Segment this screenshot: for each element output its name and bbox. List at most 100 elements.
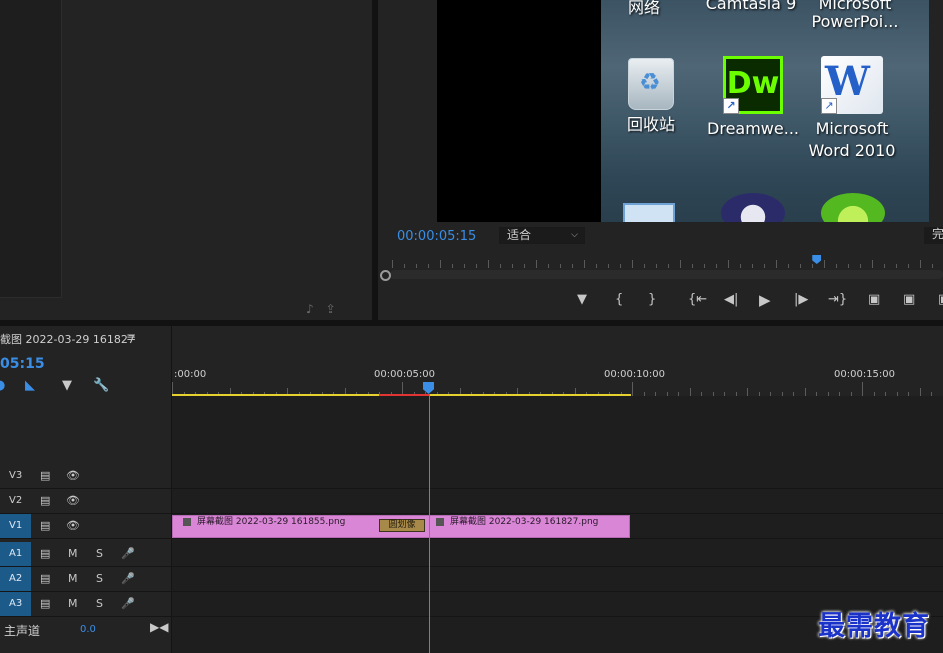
desktop-icon-dreamweaver: Dw ↗ Dreamwe... [698,56,808,140]
ruler-tick [839,392,840,396]
mark-out-icon[interactable]: } [648,292,656,308]
mark-in-icon[interactable]: { [615,292,623,308]
word-icon: W ↗ [821,56,883,114]
extract-icon[interactable]: ▣ [903,292,915,308]
track-v3: V3 ▤ 👁 [0,464,943,489]
monitor-time-ruler[interactable] [392,256,943,268]
ruler-tick [816,392,817,396]
scrollbar-handle[interactable] [380,270,391,281]
video-preview[interactable]: 网络 Camtasia 9 Microsoft PowerPoi... 回收站 … [437,0,929,222]
project-list-area[interactable] [0,0,62,298]
track-label[interactable]: A3 [0,592,31,616]
export-icon[interactable]: ⇪ [326,302,336,316]
ruler-tick [747,388,748,396]
ruler-tick [885,392,886,396]
play-icon[interactable]: ▶ [759,292,771,308]
playback-quality-select[interactable]: 完 [924,227,943,244]
solo-button[interactable]: S [96,567,103,591]
timeline-ruler[interactable]: :00:00 00:00:05:00 00:00:10:00 00:00:15:… [172,326,943,396]
go-to-end-icon[interactable]: ▶◀ [150,620,168,634]
mute-button[interactable]: M [68,542,78,566]
ruler-tick [500,264,501,268]
ruler-tick [740,264,741,268]
timeline-timecode[interactable]: 05:15 [0,356,45,372]
sync-lock-icon[interactable]: ▤ [40,567,50,591]
mute-button[interactable]: M [68,592,78,616]
panel-menu-icon[interactable]: ≡ [126,330,136,344]
project-footer: ♪ ⇪ [306,302,336,316]
track-label[interactable]: A2 [0,567,31,591]
go-to-in-icon[interactable]: {⇤ [688,292,707,308]
ruler-tick [728,260,729,268]
track-label[interactable]: V1 [0,514,31,538]
master-volume-value[interactable]: 0.0 [80,624,96,635]
master-track: 主声道 0.0 ▶◀ [0,618,943,642]
step-forward-icon[interactable]: |▶ [794,292,808,308]
recycle-bin-icon [628,58,674,110]
microphone-icon[interactable]: 🎤 [121,542,135,566]
monitor-controls: 00:00:05:15 适合 ⌵ 完 ▼ { } {⇤ ◀| ▶ |▶ ⇥} ▣… [378,222,943,320]
microphone-icon[interactable]: 🎤 [121,567,135,591]
ruler-tick [440,260,441,268]
sync-lock-icon[interactable]: ▤ [40,489,50,513]
ruler-tick [781,392,783,396]
ruler-tick [644,264,645,268]
ruler-tick [701,392,702,396]
lift-icon[interactable]: ▣ [868,292,880,308]
go-to-out-icon[interactable]: ⇥} [828,292,847,308]
desktop-label-network: 网络 [627,0,660,17]
solo-button[interactable]: S [96,542,103,566]
microphone-icon[interactable]: 🎤 [121,592,135,616]
ruler-tick [512,264,513,268]
eye-icon[interactable]: 👁 [66,489,80,513]
audio-scrub-icon[interactable]: ♪ [306,302,314,316]
ruler-tick [800,264,801,268]
mute-button[interactable]: M [68,567,78,591]
ruler-tick [656,264,657,268]
monitor-zoom-scrollbar[interactable] [390,270,943,279]
sync-lock-icon[interactable]: ▤ [40,464,50,488]
track-a3: A3 ▤ M S 🎤 [0,592,943,617]
clip-screenshot-2[interactable]: 屏幕截图 2022-03-29 161827.png [429,515,630,538]
word-label-line2: Word 2010 [808,141,896,160]
playhead-timecode[interactable]: 00:00:05:15 [397,229,476,244]
track-label[interactable]: A1 [0,542,31,566]
export-frame-icon[interactable]: ▣ [938,292,943,308]
ruler-tick [548,264,549,268]
add-marker-icon[interactable]: ▼ [62,378,72,393]
clip-label: 屏幕截图 2022-03-29 161827.png [450,517,599,527]
sync-lock-icon[interactable]: ▤ [40,592,50,616]
ruler-label: :00:00 [174,369,207,380]
ruler-tick [632,260,633,268]
sequence-tab[interactable]: 截图 2022-03-29 161827 [0,331,135,347]
snap-icon[interactable]: ◣ [25,378,35,393]
sync-lock-icon[interactable]: ▤ [40,514,50,538]
timeline-tools: ● ◣ ▼ 🔧 [0,378,170,396]
ruler-tick [560,264,561,268]
eye-icon[interactable]: 👁 [66,464,80,488]
ruler-tick [680,260,681,268]
solo-button[interactable]: S [96,592,103,616]
wrench-icon[interactable]: 🔧 [93,378,109,393]
track-label[interactable]: V3 [0,464,31,488]
desktop-label-powerpoint: PowerPoi... [811,12,899,31]
transition-iris[interactable]: 圆划像 [379,519,425,532]
ruler-tick [908,264,909,268]
ruler-tick [824,260,825,268]
timeline-panel: 截图 2022-03-29 161827 ≡ 05:15 ● ◣ ▼ 🔧 :00… [0,326,943,653]
step-back-icon[interactable]: ◀| [724,292,738,308]
ruler-tick [404,264,405,268]
track-header-a3: A3 ▤ M S 🎤 [0,592,171,616]
add-marker-icon[interactable]: ▼ [577,292,587,308]
ruler-tick [488,260,489,268]
zoom-fit-select[interactable]: 适合 ⌵ [499,227,585,244]
ruler-tick [666,392,668,396]
track-label[interactable]: V2 [0,489,31,513]
eye-icon[interactable]: 👁 [66,514,80,538]
ruler-tick [735,392,737,396]
sync-lock-icon[interactable]: ▤ [40,542,50,566]
ruler-tick [932,264,933,268]
nest-icon[interactable]: ● [0,378,5,393]
ruler-tick [632,382,633,396]
ruler-tick [793,392,794,396]
